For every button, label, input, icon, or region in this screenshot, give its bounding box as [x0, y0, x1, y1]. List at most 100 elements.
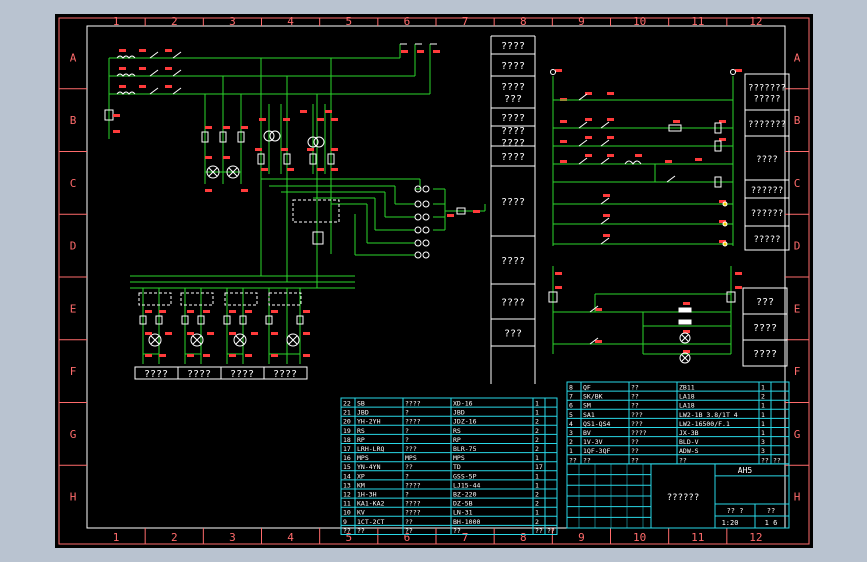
bom-cell: 15	[343, 463, 351, 471]
bom-cell: 10	[343, 509, 351, 517]
drawing-number: AH5	[738, 466, 753, 475]
right-column-text: ???????	[748, 120, 786, 130]
bom-cell: ????	[405, 418, 421, 426]
left-column-text: ????	[501, 138, 525, 149]
zone-col-label: 5	[345, 15, 352, 28]
bom-cell: 1	[535, 454, 539, 462]
left-column-text: ????	[501, 126, 525, 137]
right-column-text: ???????	[748, 84, 786, 94]
bom-cell: 1	[535, 400, 539, 408]
bom-cell: ?	[405, 427, 409, 435]
weight-label: ??	[767, 507, 775, 515]
zone-row-label: H	[70, 491, 77, 504]
bom-cell: 16	[343, 454, 351, 462]
zone-col-label: 6	[404, 15, 411, 28]
bom-cell: ???	[631, 411, 643, 419]
zone-row-label: D	[794, 240, 801, 253]
bom-cell: SK/BK	[583, 393, 603, 401]
bom-header-cell: ??	[583, 456, 591, 464]
bom-cell: ?	[405, 472, 409, 480]
zone-row-label: G	[794, 428, 801, 441]
bom-cell: 3	[761, 447, 765, 455]
bom-cell: DZ-5B	[453, 500, 473, 508]
left-column-text: ????	[501, 41, 525, 52]
right-column-text: ?????	[753, 235, 780, 245]
zone-col-label: 1	[113, 15, 120, 28]
bom-cell: 8	[569, 384, 573, 392]
zone-col-label: 3	[229, 15, 236, 28]
bom-header-cell: ??	[343, 527, 351, 535]
bom-cell: ??	[631, 447, 639, 455]
zone-row-label: A	[794, 51, 801, 64]
left-column-text: ????	[501, 113, 525, 124]
bom-cell: BZ-220	[453, 491, 477, 499]
left-text-column: ????????????????????????????????????????…	[490, 35, 536, 384]
bom-cell: 1	[569, 447, 573, 455]
bom-header-cell: ??	[761, 456, 769, 464]
drawing-sheet: 1 1 2 2 3 3 4 4 5 5 6 6 7 7 8 8 9 9 10 10 11 11 12 12 A A B B C C D D E E…	[55, 14, 813, 548]
bom-cell: 1V-3V	[583, 438, 603, 446]
zone-col-label: 7	[462, 531, 469, 544]
zone-row-label: B	[794, 114, 801, 127]
bom-cell: ?	[405, 491, 409, 499]
bom-cell: BLR-75	[453, 445, 477, 453]
side-notes-box: ???????????	[742, 287, 788, 367]
control-symbols	[548, 69, 736, 364]
bom-cell: QS1-QS4	[583, 420, 610, 428]
bom-cell: MPS	[405, 454, 417, 462]
zone-row-label: H	[794, 491, 801, 504]
bom-cell: 19	[343, 427, 351, 435]
bom-cell: ????	[405, 481, 421, 489]
bom-cell: 4	[569, 420, 573, 428]
bom-cell: 2	[535, 491, 539, 499]
bom-cell: JX-3B	[679, 429, 699, 437]
bom-cell: 3	[569, 429, 573, 437]
bom-cell: RS	[357, 427, 365, 435]
bom-cell: TD	[453, 463, 461, 471]
bom-cell: 14	[343, 472, 351, 480]
zone-col-label: 7	[462, 15, 469, 28]
zone-col-label: 12	[749, 531, 762, 544]
bom-cell: 1	[535, 509, 539, 517]
right-column-text: ?????	[753, 95, 780, 105]
bom-cell: KA1-KA2	[357, 500, 384, 508]
bom-cell: 2	[535, 418, 539, 426]
zone-col-label: 8	[520, 531, 527, 544]
zone-col-label: 4	[287, 531, 294, 544]
bom-cell: LW2-1B 3.8/1T 4	[679, 411, 738, 419]
bom-cell: ???	[631, 420, 643, 428]
zone-row-label: D	[70, 240, 77, 253]
zone-col-label: 9	[578, 15, 585, 28]
bottom-label: ????	[230, 369, 254, 380]
bom-cell: RP	[357, 436, 365, 444]
bom-cell: QF	[583, 384, 591, 392]
bom-header-cell: ??	[405, 527, 413, 535]
zone-row-label: C	[794, 177, 801, 190]
zone-col-label: 8	[520, 15, 527, 28]
zone-col-label: 11	[691, 531, 704, 544]
side-note-text: ????	[753, 323, 777, 334]
bom-cell: 1	[761, 384, 765, 392]
bom-cell: ??	[405, 463, 413, 471]
bom-cell: 1QF-3QF	[583, 447, 610, 455]
bom-cell: SB	[357, 400, 365, 408]
zone-col-label: 11	[691, 15, 704, 28]
bom-cell: YN-4YN	[357, 463, 381, 471]
bom-cell: 1	[761, 411, 765, 419]
bom-cell: ADW-S	[679, 447, 699, 455]
right-column-text: ????	[756, 155, 778, 165]
bom-cell: ??	[405, 518, 413, 526]
bom-cell: LJ15-44	[453, 481, 480, 489]
left-column-text: ????	[501, 152, 525, 163]
bom-cell: BV	[583, 429, 591, 437]
control-circuit	[552, 76, 734, 355]
bom-cell: ?	[405, 409, 409, 417]
bom-cell: MPS	[453, 454, 465, 462]
bom-cell: RS	[453, 427, 461, 435]
bom-cell: SM	[583, 402, 591, 410]
bom-cell: 6	[569, 402, 573, 410]
bom-cell: 1	[761, 420, 765, 428]
zone-col-label: 1	[113, 531, 120, 544]
bom-cell: 17	[535, 463, 543, 471]
bom-cell: LRH-LRQ	[357, 445, 384, 453]
